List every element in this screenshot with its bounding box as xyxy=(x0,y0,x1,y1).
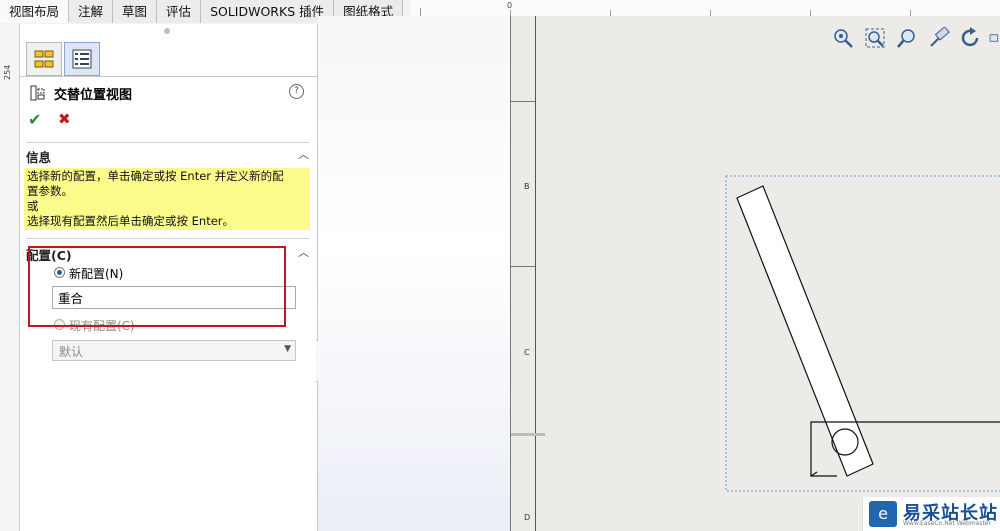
section-divider xyxy=(26,142,309,143)
site-watermark: e 易采站长站 Www.EaseCn.Net Webmaster xyxy=(862,497,1000,531)
existing-config-label[interactable]: 现有配置(C) xyxy=(69,317,135,334)
top-ruler: 0 xyxy=(410,0,1000,17)
ruler-zero-label: 0 xyxy=(507,1,513,10)
help-icon[interactable]: ? xyxy=(289,84,304,99)
watermark-logo-icon: e xyxy=(869,501,897,527)
feature-tree-icon xyxy=(34,50,54,68)
ruler-left-label: 254 xyxy=(3,64,12,80)
info-section-title: 信息 xyxy=(26,150,52,165)
existing-config-value: 默认 xyxy=(59,345,84,359)
collapse-chevron-icon[interactable]: ︿ xyxy=(298,146,309,162)
new-config-radio[interactable] xyxy=(54,267,65,278)
existing-config-select[interactable]: 默认 ▼ xyxy=(52,340,296,361)
zoom-icon xyxy=(897,29,915,48)
config-section-header[interactable]: 配置(C) ︿ xyxy=(24,244,309,263)
cancel-x-icon[interactable]: ✖ xyxy=(58,110,71,128)
zoom-in-out-button[interactable] xyxy=(893,24,921,52)
zoom-fit-icon xyxy=(834,29,853,48)
left-ruler: 254 xyxy=(0,24,20,531)
tab-view-layout[interactable]: 视图布局 xyxy=(0,0,70,23)
tab-solidworks-addins[interactable]: SOLIDWORKS 插件 xyxy=(201,0,335,23)
panel-grip[interactable] xyxy=(164,28,170,34)
panel-separator xyxy=(20,76,317,77)
ok-check-icon[interactable]: ✔ xyxy=(28,110,41,129)
info-line: 置参数。 xyxy=(27,184,73,198)
alternate-position-view-icon xyxy=(30,85,45,101)
ruler-tick xyxy=(420,8,421,16)
config-section-title: 配置(C) xyxy=(26,248,72,263)
property-manager-panel: 交替位置视图 ? ✔ ✖ 信息 ︿ 选择新的配置，单击确定或按 Enter 并定… xyxy=(20,24,318,531)
graphics-background xyxy=(318,16,510,531)
feature-manager-tab[interactable] xyxy=(26,42,62,76)
view-orientation-icon xyxy=(989,34,999,42)
info-section-header[interactable]: 信息 ︿ xyxy=(24,146,309,165)
tab-annotation[interactable]: 注解 xyxy=(69,0,114,23)
pan-button[interactable] xyxy=(925,24,953,52)
dropdown-arrow-icon: ▼ xyxy=(284,344,291,354)
info-line: 或 xyxy=(27,199,39,213)
rotate-icon xyxy=(961,27,979,47)
tab-sketch[interactable]: 草图 xyxy=(113,0,158,23)
new-config-name-input[interactable] xyxy=(52,286,296,309)
info-line: 选择现有配置然后单击确定或按 Enter。 xyxy=(27,214,235,228)
pan-icon xyxy=(930,27,950,47)
tab-evaluate[interactable]: 评估 xyxy=(157,0,202,23)
pm-title: 交替位置视图 xyxy=(54,88,133,103)
existing-config-radio[interactable] xyxy=(54,319,65,330)
drawing-sheet[interactable]: B C D xyxy=(510,16,1000,531)
property-list-icon xyxy=(72,49,92,69)
heads-up-view-toolbar xyxy=(829,24,1000,52)
new-config-label[interactable]: 新配置(N) xyxy=(69,265,123,282)
manager-tabs xyxy=(26,42,102,76)
more-view-tools-button[interactable] xyxy=(989,24,1000,52)
watermark-subtext: Www.EaseCn.Net Webmaster xyxy=(903,520,991,527)
info-message-box: 选择新的配置，单击确定或按 Enter 并定义新的配 置参数。 或 选择现有配置… xyxy=(24,168,310,230)
info-line: 选择新的配置，单击确定或按 Enter 并定义新的配 xyxy=(27,169,284,183)
section-divider xyxy=(26,238,309,239)
collapse-chevron-icon[interactable]: ︿ xyxy=(298,244,309,260)
zoom-area-icon xyxy=(865,28,885,48)
zoom-to-area-button[interactable] xyxy=(861,24,889,52)
pm-title-row: 交替位置视图 ? xyxy=(30,82,310,104)
zoom-to-fit-button[interactable] xyxy=(829,24,857,52)
property-manager-tab[interactable] xyxy=(64,42,100,76)
rotate-view-button[interactable] xyxy=(957,24,985,52)
rotated-link-part[interactable] xyxy=(736,185,874,477)
drawing-view-canvas xyxy=(725,175,1000,492)
graphics-area[interactable]: B C D xyxy=(318,16,1000,531)
